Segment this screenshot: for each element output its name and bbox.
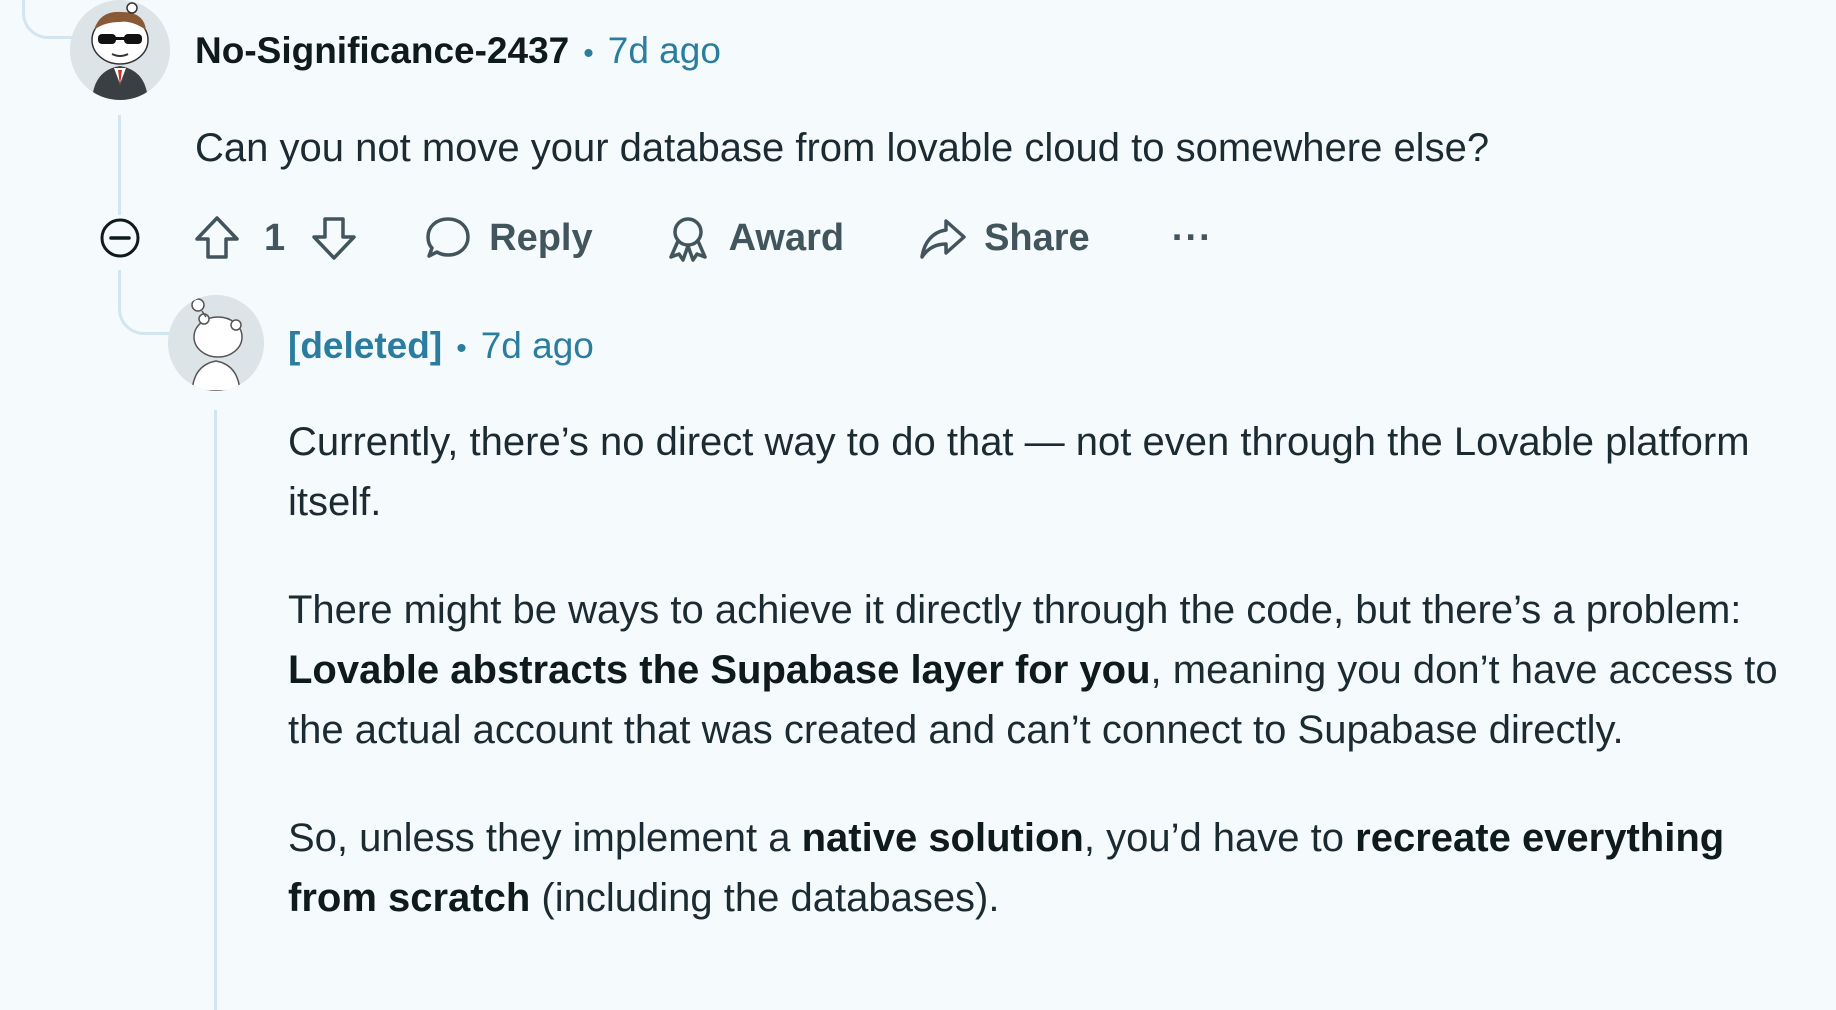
downvote-button[interactable] (309, 213, 359, 263)
comment-author[interactable]: No-Significance-2437 (195, 30, 569, 72)
comment-time[interactable]: 7d ago (608, 30, 721, 72)
text-segment: There might be ways to achieve it direct… (288, 588, 1742, 632)
thread-curve-reply (118, 270, 171, 335)
text-segment: Currently, there’s no direct way to do t… (288, 420, 1750, 524)
share-label: Share (984, 216, 1090, 259)
comment-action-bar: 1 Reply Award Share ··· (192, 210, 1213, 266)
text-segment: (including the databases). (530, 876, 1000, 920)
thread-line-parent (118, 115, 121, 215)
bold-text-segment: Lovable abstracts the Supabase layer for… (288, 648, 1151, 692)
collapse-thread-button[interactable] (100, 218, 140, 258)
reply-author: [deleted] (288, 325, 443, 366)
meta-separator: • (456, 332, 467, 365)
reply-meta: [deleted] • 7d ago (288, 325, 594, 367)
speech-bubble-icon (426, 217, 470, 258)
reply-paragraph: So, unless they implement a native solut… (288, 808, 1818, 928)
award-ribbon-icon (668, 217, 707, 262)
more-options-icon: ··· (1171, 216, 1213, 259)
meta-separator: • (583, 37, 594, 70)
snoo-deleted-avatar-icon (168, 295, 264, 391)
snoo-sunglasses-avatar-icon (70, 0, 170, 100)
share-button[interactable]: Share (918, 213, 1090, 263)
comment-body: Can you not move your database from lova… (195, 118, 1775, 178)
reply-label: Reply (489, 216, 593, 259)
share-arrow-icon (920, 219, 966, 259)
bold-text-segment: native solution (801, 816, 1084, 860)
award-label: Award (728, 216, 845, 259)
vote-count: 1 (264, 216, 286, 259)
reply-paragraph: There might be ways to achieve it direct… (288, 580, 1818, 760)
upvote-arrow-icon (195, 216, 239, 259)
reply-time[interactable]: 7d ago (481, 325, 594, 367)
text-segment: , you’d have to (1083, 816, 1356, 860)
more-options-button[interactable]: ··· (1172, 217, 1213, 260)
award-button[interactable]: Award (663, 213, 844, 263)
reply-body: Currently, there’s no direct way to do t… (288, 412, 1818, 928)
comment-meta: No-Significance-2437 • 7d ago (195, 30, 721, 72)
upvote-button[interactable] (192, 213, 242, 263)
downvote-arrow-icon (312, 217, 356, 260)
reply-paragraph: Currently, there’s no direct way to do t… (288, 412, 1818, 532)
text-segment: So, unless they implement a (288, 816, 802, 860)
thread-line-reply (214, 410, 217, 1010)
commenter-avatar[interactable] (70, 0, 170, 100)
reply-button[interactable]: Reply (423, 213, 593, 263)
comment-body-text: Can you not move your database from lova… (195, 126, 1490, 170)
reply-avatar[interactable] (168, 295, 264, 391)
collapse-minus-icon (100, 218, 140, 258)
